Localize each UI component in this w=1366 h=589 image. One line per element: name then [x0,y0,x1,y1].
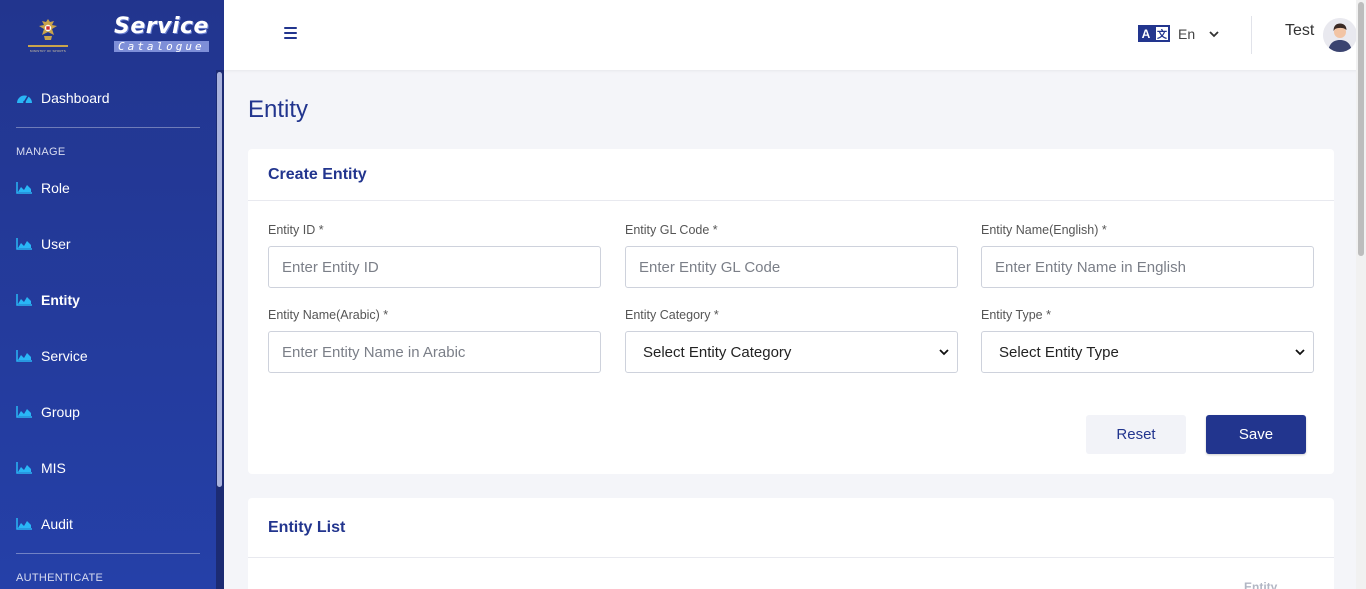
page-title: Entity [248,96,309,123]
sidebar-item-role[interactable]: Role [16,180,70,196]
emblem-caption: MINISTRY OF SPORTS [30,48,66,53]
field-label: Entity Name(Arabic) * [268,308,389,322]
sidebar-item-label: Entity [41,292,80,308]
field-label: Entity GL Code * [625,223,718,237]
entity-gl-code-field: Entity GL Code * Enter Entity GL Code [625,223,958,288]
language-label: En [1178,25,1196,42]
area-chart-icon [16,293,34,307]
translate-icon-cjk: 文 [1154,25,1170,42]
area-chart-icon [16,405,34,419]
language-selector[interactable]: A 文 En [1138,25,1219,42]
field-label: Entity Type * [981,308,1051,322]
sidebar-item-entity[interactable]: Entity [16,292,80,308]
reset-button[interactable]: Reset [1086,415,1186,454]
chevron-down-icon [1209,30,1219,37]
translate-icon-latin: A [1138,25,1154,42]
area-chart-icon [16,517,34,531]
brand-title: Service [114,14,209,39]
sidebar-item-label: User [41,236,71,252]
entity-gl-code-input[interactable]: Enter Entity GL Code [625,246,958,288]
entity-list-card: Entity List Entity [248,498,1334,589]
brand-subtitle: Catalogue [114,41,209,52]
create-entity-card: Create Entity Entity ID * Enter Entity I… [248,149,1334,474]
select-value: Select Entity Category [643,343,792,361]
entity-name-english-input[interactable]: Enter Entity Name in English [981,246,1314,288]
area-chart-icon [16,349,34,363]
sidebar-item-mis[interactable]: MIS [16,460,66,476]
chevron-down-icon [939,349,949,356]
entity-name-english-field: Entity Name(English) * Enter Entity Name… [981,223,1314,288]
entity-type-field: Entity Type * Select Entity Type [981,308,1314,373]
area-chart-icon [16,237,34,251]
entity-name-arabic-input[interactable]: Enter Entity Name in Arabic [268,331,601,373]
table-column-header[interactable]: Entity [1244,580,1277,589]
sidebar-item-user[interactable]: User [16,236,71,252]
falcon-emblem-icon [39,18,57,40]
logo-area: MINISTRY OF SPORTS Service Catalogue [0,0,224,70]
brand-logo: Service Catalogue [114,16,209,54]
sidebar: MINISTRY OF SPORTS Service Catalogue Das… [0,0,224,589]
area-chart-icon [16,181,34,195]
entity-id-field: Entity ID * Enter Entity ID [268,223,601,288]
entity-name-arabic-field: Entity Name(Arabic) * Enter Entity Name … [268,308,601,373]
divider [16,127,200,128]
entity-category-select[interactable]: Select Entity Category [625,331,958,373]
section-label-manage: MANAGE [16,146,66,158]
hamburger-icon[interactable] [284,27,297,39]
sidebar-item-service[interactable]: Service [16,348,88,364]
card-title: Create Entity [248,149,1334,201]
avatar[interactable] [1323,18,1357,52]
header-divider [1251,16,1252,54]
field-label: Entity ID * [268,223,324,237]
sidebar-item-label: Service [41,348,88,364]
sidebar-item-dashboard[interactable]: Dashboard [16,90,110,106]
field-label: Entity Category * [625,308,719,322]
entity-category-field: Entity Category * Select Entity Category [625,308,958,373]
speedometer-icon [16,91,34,105]
divider [16,553,200,554]
save-button[interactable]: Save [1206,415,1306,454]
card-title: Entity List [248,498,1334,558]
top-header: A 文 En Test [224,0,1366,70]
sidebar-item-label: MIS [41,460,66,476]
page-scrollbar-thumb[interactable] [1358,2,1364,256]
user-avatar-icon [1323,18,1357,52]
section-label-authenticate: AUTHENTICATE [16,572,104,584]
entity-type-select[interactable]: Select Entity Type [981,331,1314,373]
sidebar-scrollbar-thumb[interactable] [217,72,222,487]
sidebar-item-label: Role [41,180,70,196]
user-name[interactable]: Test [1285,22,1314,40]
sidebar-item-group[interactable]: Group [16,404,80,420]
sidebar-item-audit[interactable]: Audit [16,516,73,532]
select-value: Select Entity Type [999,343,1119,361]
sidebar-item-label: Dashboard [41,90,110,106]
sidebar-item-label: Group [41,404,80,420]
translate-icon: A 文 [1138,25,1170,42]
area-chart-icon [16,461,34,475]
entity-id-input[interactable]: Enter Entity ID [268,246,601,288]
chevron-down-icon [1295,349,1305,356]
sidebar-item-label: Audit [41,516,73,532]
uae-emblem-logo: MINISTRY OF SPORTS [26,14,70,56]
field-label: Entity Name(English) * [981,223,1107,237]
